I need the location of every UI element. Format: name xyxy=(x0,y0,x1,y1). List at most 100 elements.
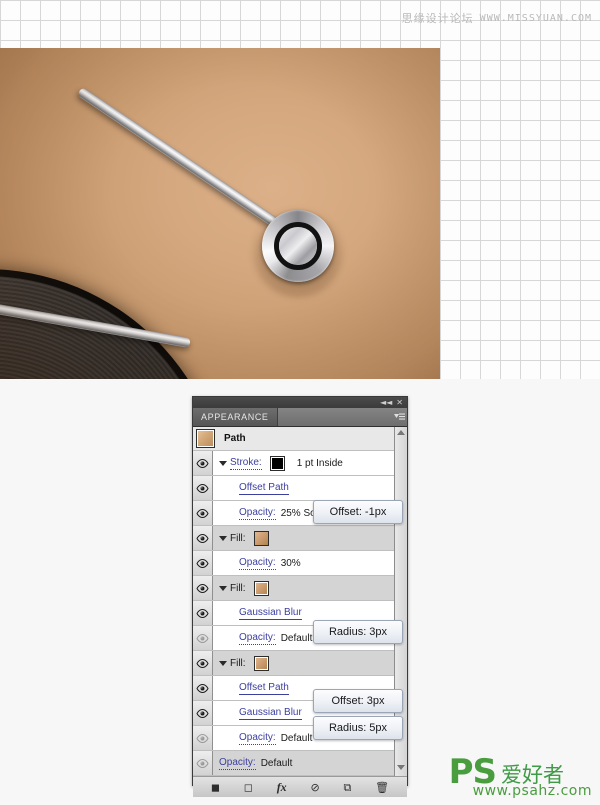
appearance-row-label[interactable]: Offset Path xyxy=(239,682,289,695)
psahz-logo: PS 爱好者 www.psahz.com xyxy=(449,755,592,799)
appearance-row-value: 1 pt Inside xyxy=(296,457,343,469)
appearance-row[interactable]: Fill: xyxy=(193,576,394,601)
visibility-eye-glyph xyxy=(196,558,209,568)
appearance-row[interactable]: Opacity: Default xyxy=(193,751,394,776)
visibility-toggle-icon[interactable] xyxy=(193,676,213,700)
tab-appearance[interactable]: APPEARANCE xyxy=(193,408,278,426)
visibility-eye-glyph xyxy=(196,508,209,518)
object-row[interactable]: Path xyxy=(193,427,394,451)
appearance-row-label[interactable]: Opacity: xyxy=(239,557,276,570)
visibility-eye-glyph xyxy=(196,733,209,743)
tab-appearance-label: APPEARANCE xyxy=(201,412,269,422)
logo-url: www.psahz.com xyxy=(472,783,592,799)
color-swatch[interactable] xyxy=(269,455,285,471)
visibility-toggle-icon[interactable] xyxy=(193,726,213,750)
delete-item-icon[interactable]: 🗑 xyxy=(375,782,389,793)
appearance-row-content: Stroke: 1 pt Inside xyxy=(213,451,394,475)
disclosure-triangle-icon[interactable] xyxy=(219,585,227,591)
duplicate-item-icon[interactable]: ⧉ xyxy=(343,782,351,793)
appearance-row-content: Opacity: Default xyxy=(213,751,394,775)
visibility-eye-glyph xyxy=(196,608,209,618)
appearance-row[interactable]: Fill: xyxy=(193,651,394,676)
appearance-row-value: Default xyxy=(260,757,293,769)
visibility-eye-glyph xyxy=(196,533,209,543)
appearance-row[interactable]: Fill: xyxy=(193,526,394,551)
close-icon[interactable]: ✕ xyxy=(396,398,403,407)
parameter-callout-text: Radius: 3px xyxy=(328,626,388,638)
color-swatch[interactable] xyxy=(253,655,269,671)
parameter-callout: Radius: 5px xyxy=(313,716,403,740)
disclosure-triangle-icon[interactable] xyxy=(219,460,227,466)
visibility-eye-glyph xyxy=(196,658,209,668)
tabbar-filler xyxy=(277,408,391,426)
visibility-eye-glyph xyxy=(196,633,209,643)
object-label: Path xyxy=(224,433,246,444)
clear-appearance-icon[interactable]: ⊘ xyxy=(310,782,319,793)
appearance-row-label: Fill: xyxy=(230,657,246,669)
visibility-toggle-icon[interactable] xyxy=(193,626,213,650)
color-swatch[interactable] xyxy=(253,530,269,546)
appearance-row-label[interactable]: Opacity: xyxy=(239,507,276,520)
visibility-toggle-icon[interactable] xyxy=(193,701,213,725)
panel-menu-glyph xyxy=(393,413,405,420)
visibility-toggle-icon[interactable] xyxy=(193,476,213,500)
artwork-vignette xyxy=(0,48,440,379)
visibility-toggle-icon[interactable] xyxy=(193,526,213,550)
visibility-eye-glyph xyxy=(196,583,209,593)
appearance-row[interactable]: Stroke: 1 pt Inside xyxy=(193,451,394,476)
panel-body: Path Stroke: 1 pt Inside Offset Path Opacit… xyxy=(193,427,407,776)
parameter-callout: Offset: -1px xyxy=(313,500,403,524)
appearance-row-label: Fill: xyxy=(230,532,246,544)
appearance-row-value: Default xyxy=(280,632,313,644)
panel-tabbar[interactable]: APPEARANCE xyxy=(193,408,407,427)
watermark-url: WWW.MISSYUAN.COM xyxy=(479,12,592,24)
appearance-row-label[interactable]: Stroke: xyxy=(230,457,262,470)
appearance-row-label: Fill: xyxy=(230,582,246,594)
visibility-eye-glyph xyxy=(196,758,209,768)
artwork-canvas xyxy=(0,48,440,379)
add-new-fill-icon[interactable]: ◻ xyxy=(244,782,253,793)
visibility-toggle-icon[interactable] xyxy=(193,651,213,675)
panel-footer-toolbar[interactable]: ◼ ◻ fx ⊘ ⧉ 🗑 xyxy=(193,776,407,797)
disclosure-triangle-icon[interactable] xyxy=(219,535,227,541)
appearance-row-content: Fill: xyxy=(213,576,394,600)
visibility-toggle-icon[interactable] xyxy=(193,576,213,600)
appearance-row-value: Default xyxy=(280,732,313,744)
appearance-row-label[interactable]: Opacity: xyxy=(239,632,276,645)
color-swatch[interactable] xyxy=(253,580,269,596)
panel-titlebar[interactable]: ◄◄ ✕ xyxy=(193,397,407,408)
appearance-row-content: Opacity: 30% xyxy=(213,551,394,575)
visibility-toggle-icon[interactable] xyxy=(193,451,213,475)
visibility-toggle-icon[interactable] xyxy=(193,751,213,775)
scroll-up-icon[interactable] xyxy=(397,430,405,435)
appearance-row[interactable]: Offset Path xyxy=(193,476,394,501)
parameter-callout-text: Radius: 5px xyxy=(328,722,388,734)
visibility-eye-glyph xyxy=(196,458,209,468)
appearance-row-label[interactable]: Gaussian Blur xyxy=(239,607,302,620)
parameter-callout-text: Offset: -1px xyxy=(329,506,387,518)
panel-menu-icon[interactable] xyxy=(391,408,407,426)
appearance-row-label[interactable]: Opacity: xyxy=(239,732,276,745)
appearance-row-content: Offset Path xyxy=(213,476,394,500)
appearance-row-label[interactable]: Gaussian Blur xyxy=(239,707,302,720)
visibility-eye-glyph xyxy=(196,483,209,493)
object-thumbnail xyxy=(196,429,215,448)
parameter-callout: Offset: 3px xyxy=(313,689,403,713)
visibility-toggle-icon[interactable] xyxy=(193,551,213,575)
visibility-toggle-icon[interactable] xyxy=(193,501,213,525)
collapse-icon[interactable]: ◄◄ xyxy=(380,398,392,407)
appearance-row-content: Fill: xyxy=(213,651,394,675)
add-new-effect-icon[interactable]: fx xyxy=(277,781,287,793)
appearance-row-label[interactable]: Offset Path xyxy=(239,482,289,495)
appearance-row-content: Fill: xyxy=(213,526,394,550)
visibility-toggle-icon[interactable] xyxy=(193,601,213,625)
appearance-panel[interactable]: ◄◄ ✕ APPEARANCE Path Stroke: 1 pt Inside O… xyxy=(192,396,408,797)
appearance-row[interactable]: Opacity: 30% xyxy=(193,551,394,576)
add-new-stroke-icon[interactable]: ◼ xyxy=(211,782,220,793)
watermark: 思缘设计论坛 WWW.MISSYUAN.COM xyxy=(402,10,592,26)
visibility-eye-glyph xyxy=(196,683,209,693)
watermark-chinese: 思缘设计论坛 xyxy=(401,12,474,25)
appearance-row-label[interactable]: Opacity: xyxy=(219,757,256,770)
disclosure-triangle-icon[interactable] xyxy=(219,660,227,666)
scroll-down-icon[interactable] xyxy=(397,765,405,770)
